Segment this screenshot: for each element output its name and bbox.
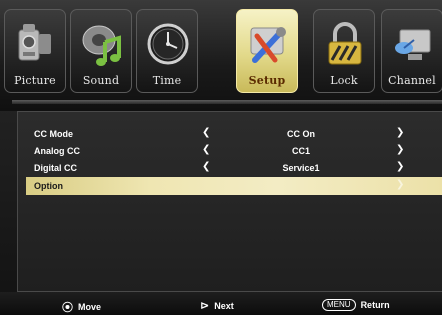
menu-row-label: Digital CC: [34, 163, 78, 173]
hint-label: Move: [78, 302, 102, 312]
left-arrow-icon[interactable]: ❮: [202, 161, 210, 172]
setup-menu-panel: CC Mode ❮ CC On ❯ Analog CC ❮ CC1 ❯ Digi…: [17, 111, 442, 292]
menu-row-value: CC On: [287, 129, 315, 139]
menu-row-value: Service1: [282, 163, 320, 173]
menu-row-label: Option: [34, 181, 63, 191]
menu-row-value: CC1: [291, 146, 310, 156]
tab-divider-strip: [12, 100, 442, 104]
menu-row-label: CC Mode: [34, 129, 73, 139]
menu-tab-bar: Picture Sound Time Setup Lock Channel: [0, 0, 442, 111]
tab-label: Lock: [330, 74, 358, 87]
padlock-icon: [328, 22, 362, 65]
music-note-icon: [82, 25, 121, 66]
tab-lock[interactable]: Lock: [313, 9, 375, 93]
camera-icon: [18, 24, 51, 61]
right-arrow-icon[interactable]: ❯: [396, 127, 404, 138]
tv-osd-screen: Picture Sound Time Setup Lock Channel CC…: [0, 0, 442, 315]
tab-label: Channel: [388, 74, 436, 87]
tab-setup[interactable]: Setup: [236, 9, 298, 93]
wrench-tools-icon: [250, 27, 286, 63]
menu-row-cc-mode[interactable]: CC Mode ❮ CC On ❯: [26, 125, 442, 143]
right-arrow-icon[interactable]: ❯: [396, 144, 404, 155]
tab-sound[interactable]: Sound: [70, 9, 132, 93]
tab-label: Picture: [14, 74, 56, 87]
menu-key-icon: MENU: [322, 299, 356, 311]
left-arrow-icon[interactable]: ❮: [202, 144, 210, 155]
hint-next: ⊳ Next: [200, 299, 234, 312]
left-arrow-icon[interactable]: ❮: [202, 127, 210, 138]
key-hint-bar: ⦿ Move ⊳ Next MENU Return: [0, 292, 442, 315]
menu-row-digital-cc[interactable]: Digital CC ❮ Service1 ❯: [26, 159, 442, 177]
right-arrow-icon[interactable]: ❯: [396, 179, 404, 190]
up-down-arrows-icon: ⦿: [62, 302, 73, 314]
tab-label: Sound: [82, 74, 120, 87]
satellite-dish-icon: [395, 29, 431, 60]
menu-row-label: Analog CC: [34, 146, 80, 156]
hint-label: Next: [214, 300, 234, 311]
hint-label: Return: [360, 300, 390, 310]
tab-label: Time: [152, 74, 182, 87]
menu-row-option[interactable]: Option ❯: [26, 177, 442, 195]
tab-picture[interactable]: Picture: [4, 9, 66, 93]
right-circle-arrow-icon: ⊳: [200, 300, 210, 312]
right-arrow-icon[interactable]: ❯: [396, 161, 404, 172]
menu-row-analog-cc[interactable]: Analog CC ❮ CC1 ❯: [26, 142, 442, 160]
tab-label: Setup: [248, 74, 286, 87]
hint-move: ⦿ Move: [62, 299, 101, 315]
clock-icon: [147, 23, 189, 65]
tab-time[interactable]: Time: [136, 9, 198, 93]
hint-return: MENU Return: [322, 299, 390, 311]
tab-channel[interactable]: Channel: [381, 9, 442, 93]
